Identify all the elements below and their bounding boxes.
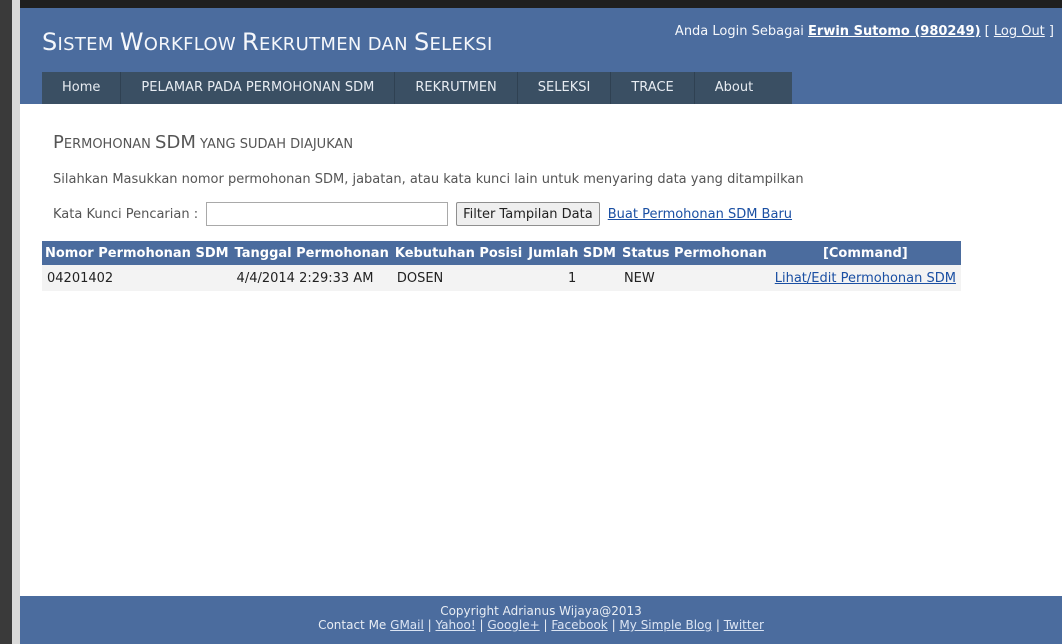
column-header: [Command] bbox=[769, 241, 961, 265]
twitter-link[interactable]: Twitter bbox=[724, 618, 764, 632]
blog-link[interactable]: My Simple Blog bbox=[619, 618, 712, 632]
contact-prefix: Contact Me bbox=[318, 618, 391, 632]
cell-command: Lihat/Edit Permohonan SDM bbox=[769, 265, 961, 291]
browser-frame: Sistem Workflow Rekrutmen dan Seleksi An… bbox=[0, 0, 1062, 644]
menu-item-pelamar[interactable]: PELAMAR PADA PERMOHONAN SDM bbox=[121, 72, 396, 104]
site-title: Sistem Workflow Rekrutmen dan Seleksi bbox=[42, 28, 493, 56]
yahoo-link[interactable]: Yahoo! bbox=[436, 618, 476, 632]
facebook-link[interactable]: Facebook bbox=[551, 618, 607, 632]
heading-sdm: SDM bbox=[155, 132, 196, 153]
separator: | bbox=[475, 618, 488, 632]
separator: | bbox=[423, 618, 436, 632]
menu-right-spacer bbox=[792, 72, 1062, 104]
menu-item-trace[interactable]: TRACE bbox=[611, 72, 695, 104]
gmail-link[interactable]: GMail bbox=[390, 618, 424, 632]
column-header: Jumlah SDM bbox=[525, 241, 619, 265]
menu-item-rekrutmen[interactable]: REKRUTMEN bbox=[395, 72, 518, 104]
new-request-link[interactable]: Buat Permohonan SDM Baru bbox=[608, 207, 792, 222]
cell-status: NEW bbox=[618, 265, 770, 291]
search-row: Kata Kunci Pencarian : Filter Tampilan D… bbox=[53, 202, 792, 226]
table-row: 04201402 4/4/2014 2:29:33 AM DOSEN 1 NEW… bbox=[42, 265, 961, 291]
cell-posisi: DOSEN bbox=[391, 265, 526, 291]
column-header: Tanggal Permohonan bbox=[231, 241, 392, 265]
cell-nomor: 04201402 bbox=[42, 265, 232, 291]
user-name-link[interactable]: Erwin Sutomo (980249) bbox=[808, 24, 980, 39]
column-header: Nomor Permohonan SDM bbox=[42, 241, 232, 265]
title-char: S bbox=[42, 28, 58, 56]
filter-button[interactable]: Filter Tampilan Data bbox=[456, 202, 600, 226]
contact-line: Contact Me GMail | Yahoo! | Google+ | Fa… bbox=[20, 618, 1062, 632]
separator: | bbox=[539, 618, 552, 632]
search-label: Kata Kunci Pencarian : bbox=[53, 206, 199, 222]
title-word: istem bbox=[57, 34, 120, 55]
site-footer: Copyright Adrianus Wijaya@2013 Contact M… bbox=[20, 596, 1062, 644]
page-title: Permohonan SDM yang sudah diajukan bbox=[53, 132, 353, 153]
window-left-gutter bbox=[12, 0, 20, 644]
edit-request-link[interactable]: Lihat/Edit Permohonan SDM bbox=[775, 271, 956, 286]
menu-item-about[interactable]: About bbox=[695, 72, 773, 104]
heading-word: yang sudah diajukan bbox=[195, 137, 354, 152]
menu-item-seleksi[interactable]: SELEKSI bbox=[518, 72, 612, 104]
separator: | bbox=[607, 618, 620, 632]
column-header: Kebutuhan Posisi bbox=[391, 241, 526, 265]
logout-bracket-open: [ bbox=[980, 24, 994, 39]
column-header: Status Permohonan bbox=[618, 241, 770, 265]
menu-left-spacer bbox=[20, 72, 42, 104]
googleplus-link[interactable]: Google+ bbox=[487, 618, 539, 632]
title-word: orkflow bbox=[143, 34, 243, 55]
menu-item-home[interactable]: Home bbox=[42, 72, 122, 104]
window-top-border bbox=[0, 0, 1062, 8]
title-word: dan bbox=[367, 34, 414, 55]
table-header-row: Nomor Permohonan SDM Tanggal Permohonan … bbox=[42, 241, 961, 265]
request-table: Nomor Permohonan SDM Tanggal Permohonan … bbox=[42, 241, 961, 291]
title-word: ekrutmen bbox=[259, 34, 368, 55]
title-word: eleksi bbox=[429, 34, 493, 55]
login-prefix: Anda Login Sebagai bbox=[674, 24, 809, 39]
logout-bracket-close: ] bbox=[1044, 24, 1054, 39]
page: Sistem Workflow Rekrutmen dan Seleksi An… bbox=[20, 8, 1062, 644]
cell-tanggal: 4/4/2014 2:29:33 AM bbox=[231, 265, 392, 291]
heading-initial: P bbox=[53, 132, 64, 153]
search-input[interactable] bbox=[206, 202, 449, 226]
title-char: R bbox=[242, 28, 260, 56]
heading-word: ermohonan bbox=[63, 137, 156, 152]
site-header: Sistem Workflow Rekrutmen dan Seleksi An… bbox=[20, 8, 1062, 72]
main-menu: Home PELAMAR PADA PERMOHONAN SDM REKRUTM… bbox=[42, 72, 792, 104]
logout-link[interactable]: Log Out bbox=[994, 24, 1045, 39]
title-char: S bbox=[413, 28, 430, 56]
window-left-border bbox=[0, 0, 12, 644]
copyright-text: Copyright Adrianus Wijaya@2013 bbox=[440, 604, 642, 618]
cell-jumlah: 1 bbox=[525, 265, 619, 291]
instruction-text: Silahkan Masukkan nomor permohonan SDM, … bbox=[53, 172, 804, 187]
login-status: Anda Login Sebagai Erwin Sutomo (980249)… bbox=[675, 24, 1054, 39]
title-char: W bbox=[119, 28, 144, 56]
separator: | bbox=[712, 618, 724, 632]
